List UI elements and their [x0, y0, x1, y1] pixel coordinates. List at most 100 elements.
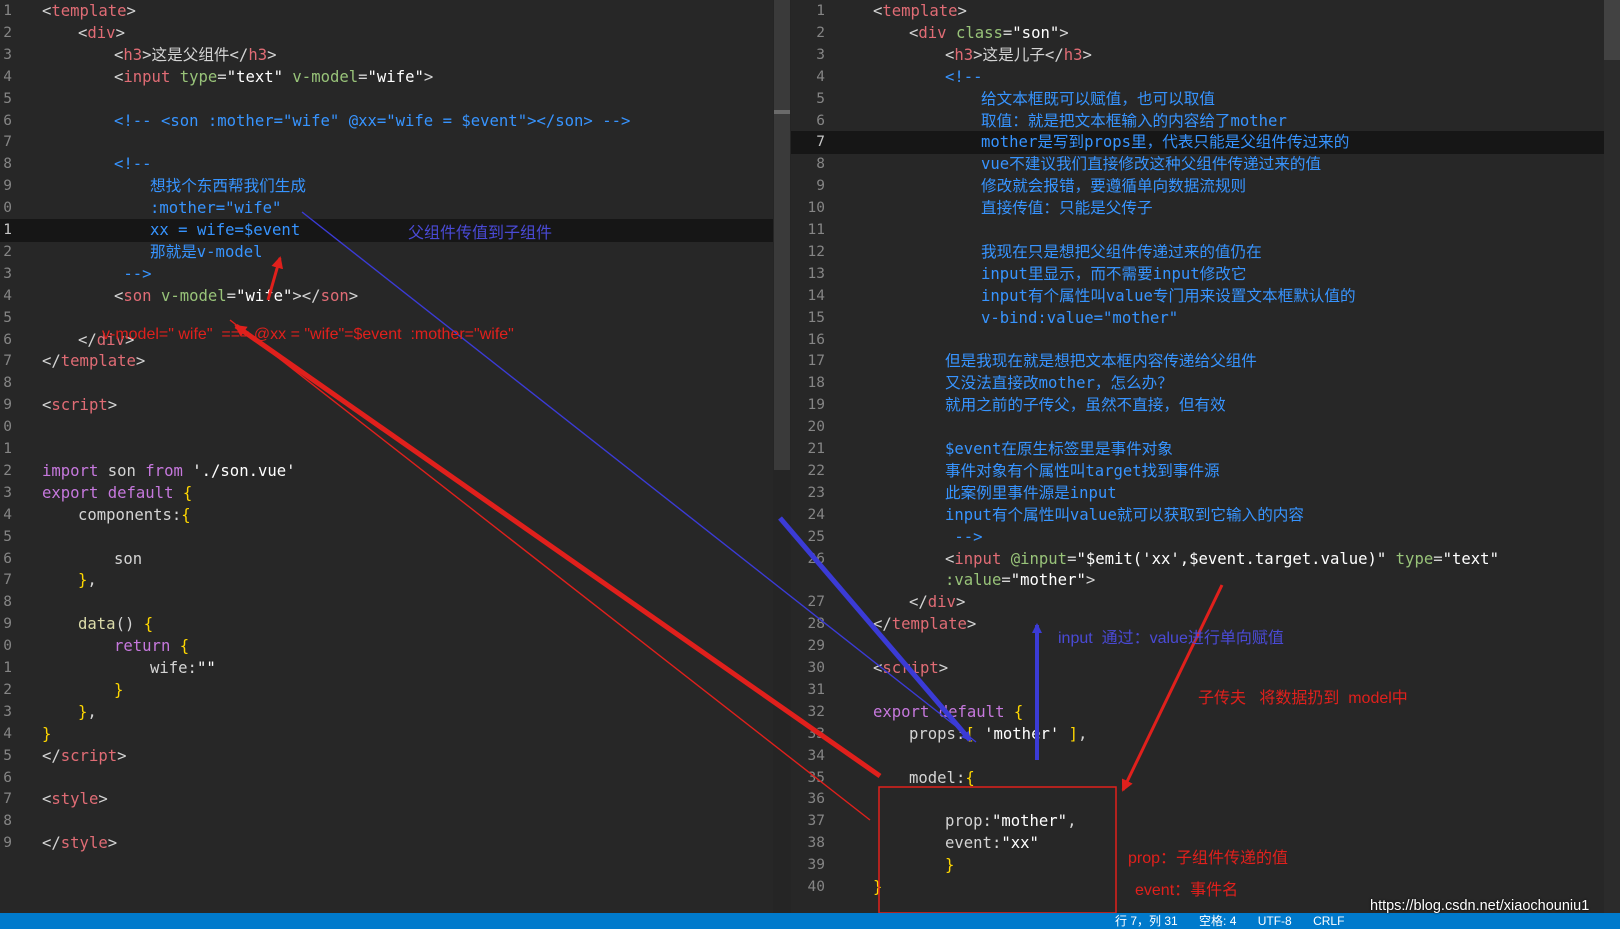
right-code-text: input有个属性叫value就可以获取到它输入的内容: [945, 505, 1304, 524]
left-scrollbar-thumb[interactable]: [774, 110, 790, 114]
left-code-line[interactable]: 9 想找个东西帮我们生成: [0, 175, 773, 198]
right-editor-pane[interactable]: 1 <template> 2 <div class="son"> 3 <h3>这是儿子</…: [791, 0, 1620, 913]
left-code-line[interactable]: 2 那就是v-model: [0, 241, 773, 264]
right-code-line[interactable]: 4 <!--: [791, 66, 1620, 89]
status-indentation[interactable]: 空格: 4: [1199, 914, 1236, 928]
left-code-line[interactable]: 0 return {: [0, 635, 773, 658]
right-code-line[interactable]: 24 input有个属性叫value就可以获取到它输入的内容: [791, 504, 1620, 527]
left-code-line[interactable]: 4 <input type="text" v-model="wife">: [0, 66, 773, 89]
left-code-line[interactable]: 9 <script>: [0, 394, 773, 417]
annotation-prop-desc: prop：子组件传递的值: [1128, 850, 1289, 867]
left-line-number: 0: [3, 200, 12, 217]
left-line-number: 8: [3, 594, 12, 611]
right-code-line[interactable]: 23 此案例里事件源是input: [791, 482, 1620, 505]
left-code-line[interactable]: 7 </template>: [0, 350, 773, 373]
annotation-vmodel-equivalence: v-model=" wife" === @xx = "wife"=$event …: [102, 326, 514, 343]
right-code-line[interactable]: 34: [791, 745, 1620, 768]
right-code-line[interactable]: 13 input里显示，而不需要input修改它: [791, 263, 1620, 286]
left-code-line[interactable]: 4 components:{: [0, 504, 773, 527]
left-editor-pane[interactable]: 1 <template> 2 <div> 3 <h3>这是父组件</h3> 4 <input …: [0, 0, 773, 913]
right-code-line[interactable]: 27 </div>: [791, 591, 1620, 614]
left-code-line[interactable]: 2 <div>: [0, 22, 773, 45]
left-code-line[interactable]: 7 <style>: [0, 788, 773, 811]
left-code-line[interactable]: 7},: [0, 569, 773, 592]
right-code-text: $event在原生标签里是事件对象: [945, 440, 1173, 458]
right-code-line[interactable]: 1 <template>: [791, 0, 1620, 23]
right-code-text: 此案例里事件源是input: [945, 483, 1117, 502]
right-code-line[interactable]: 22 事件对象有个属性叫target找到事件源: [791, 460, 1620, 483]
right-code-line[interactable]: 2 <div class="son">: [791, 22, 1620, 45]
left-scrollbar[interactable]: [774, 0, 790, 470]
left-code-line[interactable]: 9 data() {: [0, 613, 773, 636]
right-code-line[interactable]: 15 v-bind:value="mother": [791, 307, 1620, 330]
right-code-line[interactable]: 17 但是我现在就是想把文本框内容传递给父组件: [791, 350, 1620, 373]
right-code-text: <input @input="$emit('xx',$event.target.…: [945, 549, 1499, 568]
right-code-line[interactable]: :value="mother">: [791, 569, 1620, 592]
right-code-line[interactable]: 36: [791, 788, 1620, 811]
right-code-line[interactable]: 21 $event在原生标签里是事件对象: [791, 438, 1620, 461]
left-code-line[interactable]: 6 <!-- <son :mother="wife" @xx="wife = $e…: [0, 110, 773, 133]
left-code-line[interactable]: 3 <h3>这是父组件</h3>: [0, 44, 773, 67]
left-code-line[interactable]: 1: [0, 438, 773, 461]
left-code-line[interactable]: 3 export default {: [0, 482, 773, 505]
status-cursor-position[interactable]: 行 7，列 31: [1115, 914, 1178, 928]
right-code-line[interactable]: 35 model:{: [791, 767, 1620, 790]
right-scrollbar[interactable]: [1604, 0, 1620, 913]
left-code-text: <son v-model="wife"></son>: [114, 286, 359, 305]
left-code-line[interactable]: 0:mother="wife": [0, 197, 773, 220]
status-encoding[interactable]: UTF-8: [1258, 914, 1292, 928]
right-code-line[interactable]: 18 又没法直接改mother，怎么办？: [791, 372, 1620, 395]
left-code-line[interactable]: 6 son: [0, 548, 773, 571]
left-code-line[interactable]: 2 import son from './son.vue': [0, 460, 773, 483]
left-code-line[interactable]: 8: [0, 591, 773, 614]
right-code-line[interactable]: 3 <h3>这是儿子</h3>: [791, 44, 1620, 67]
right-code-line[interactable]: 5 给文本框既可以赋值，也可以取值: [791, 88, 1620, 111]
left-code-line[interactable]: 3 -->: [0, 263, 773, 286]
left-code-line[interactable]: 5 </script>: [0, 745, 773, 768]
right-code-line[interactable]: 12 我现在只是想把父组件传递过来的值仍在: [791, 241, 1620, 264]
left-code-line[interactable]: 1 <template>: [0, 0, 773, 23]
annotation-parent-to-child: 父组件传值到子组件: [408, 225, 553, 242]
right-code-line[interactable]: 30 <script>: [791, 657, 1620, 680]
right-code-line[interactable]: 7 mother是写到props里，代表只能是父组件传过来的: [791, 131, 1620, 155]
right-code-line[interactable]: 16: [791, 329, 1620, 352]
right-code-line[interactable]: 9 修改就会报错，要遵循单向数据流规则: [791, 175, 1620, 198]
right-code-line[interactable]: 6 取值：就是把文本框输入的内容给了mother: [791, 110, 1620, 133]
left-code-line[interactable]: 8: [0, 372, 773, 395]
right-code-line[interactable]: 19 就用之前的子传父，虽然不直接，但有效: [791, 394, 1620, 417]
right-code-line[interactable]: 20: [791, 416, 1620, 439]
left-line-number: 6: [3, 769, 12, 786]
right-code-text: <!--: [945, 67, 983, 86]
left-code-line[interactable]: 8 <!--: [0, 153, 773, 176]
right-code-line[interactable]: 11: [791, 219, 1620, 242]
right-code-line[interactable]: 37 prop:"mother",: [791, 810, 1620, 833]
left-code-line[interactable]: 1 wife:"": [0, 657, 773, 680]
left-code-line[interactable]: 6: [0, 767, 773, 790]
left-code-line[interactable]: 9 </style>: [0, 832, 773, 855]
right-line-number: 16: [807, 331, 825, 348]
right-code-line[interactable]: 10 直接传值：只能是父传子: [791, 197, 1620, 220]
right-code-line[interactable]: 14 input有个属性叫value专门用来设置文本框默认值的: [791, 285, 1620, 308]
left-code-text: <!-- <son :mother="wife" @xx="wife = $ev…: [114, 111, 631, 130]
left-code-line[interactable]: 2}: [0, 679, 773, 702]
left-code-line[interactable]: 8: [0, 810, 773, 833]
right-code-line[interactable]: 8 vue不建议我们直接修改这种父组件传递过来的值: [791, 153, 1620, 176]
left-code-line[interactable]: 1 xx = wife=$event: [0, 219, 773, 242]
left-code-line[interactable]: 0: [0, 416, 773, 439]
right-code-line[interactable]: 33 props:[ 'mother' ],: [791, 723, 1620, 746]
left-code-line[interactable]: 4}: [0, 723, 773, 746]
right-line-number: 17: [807, 353, 825, 370]
right-code-text: 修改就会报错，要遵循单向数据流规则: [981, 177, 1247, 196]
left-code-line[interactable]: 7: [0, 131, 773, 154]
left-code-line[interactable]: 3},: [0, 701, 773, 724]
left-code-line[interactable]: 4 <son v-model="wife"></son>: [0, 285, 773, 308]
right-code-line[interactable]: 26 <input @input="$emit('xx',$event.targe…: [791, 548, 1620, 571]
left-code-line[interactable]: 5: [0, 526, 773, 549]
right-line-number: 15: [807, 309, 825, 326]
status-eol[interactable]: CRLF: [1313, 914, 1344, 928]
left-code-line[interactable]: 5: [0, 88, 773, 111]
right-scrollbar-thumb[interactable]: [1604, 0, 1620, 60]
right-line-number: 7: [816, 134, 825, 151]
left-code-text: <template>: [42, 2, 136, 20]
right-code-line[interactable]: 25 -->: [791, 526, 1620, 549]
